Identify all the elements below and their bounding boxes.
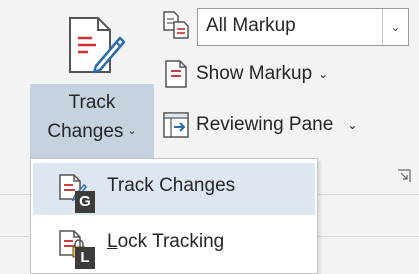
divider (0, 236, 30, 237)
menu-item-track-changes[interactable]: G Track Changes (33, 163, 315, 215)
reviewing-pane-icon (163, 112, 189, 138)
reviewing-pane-label: Reviewing Pane (196, 114, 334, 135)
keytip-badge: L (75, 247, 95, 269)
show-markup-icon (165, 60, 187, 88)
track-changes-menu: G Track Changes L Lock Tracking (30, 158, 318, 274)
show-markup-button[interactable]: Show Markup ⌄ (162, 59, 328, 89)
review-ribbon: Track Changes ⌄ All Markup ⌄ Show Markup … (0, 0, 419, 182)
track-changes-icon (69, 17, 126, 74)
track-changes-label-line1: Track (68, 92, 116, 113)
reviewing-pane-button[interactable]: Reviewing Pane ⌄ (162, 110, 357, 140)
chevron-down-icon: ⌄ (127, 125, 137, 137)
display-for-review-select[interactable]: All Markup ⌄ (197, 8, 409, 46)
track-changes-dropdown-toggle[interactable]: Track Changes ⌄ (30, 84, 154, 158)
markup-icon (163, 11, 189, 39)
track-changes-label-line2: Changes ⌄ (47, 121, 137, 142)
show-markup-label: Show Markup (196, 63, 313, 84)
divider (318, 194, 419, 195)
chevron-down-icon: ⌄ (318, 67, 329, 81)
display-for-review-value: All Markup (206, 15, 296, 36)
divider (0, 194, 30, 195)
dialog-launcher-icon[interactable] (396, 168, 412, 184)
menu-item-label: Track Changes (107, 175, 236, 196)
keytip-badge: G (75, 191, 95, 213)
chevron-down-icon[interactable]: ⌄ (382, 9, 408, 45)
divider (318, 236, 419, 237)
chevron-down-icon: ⌄ (347, 118, 358, 132)
display-for-review-row (162, 10, 196, 40)
menu-item-lock-tracking[interactable]: L Lock Tracking (33, 219, 315, 271)
menu-item-label: Lock Tracking (107, 231, 225, 252)
